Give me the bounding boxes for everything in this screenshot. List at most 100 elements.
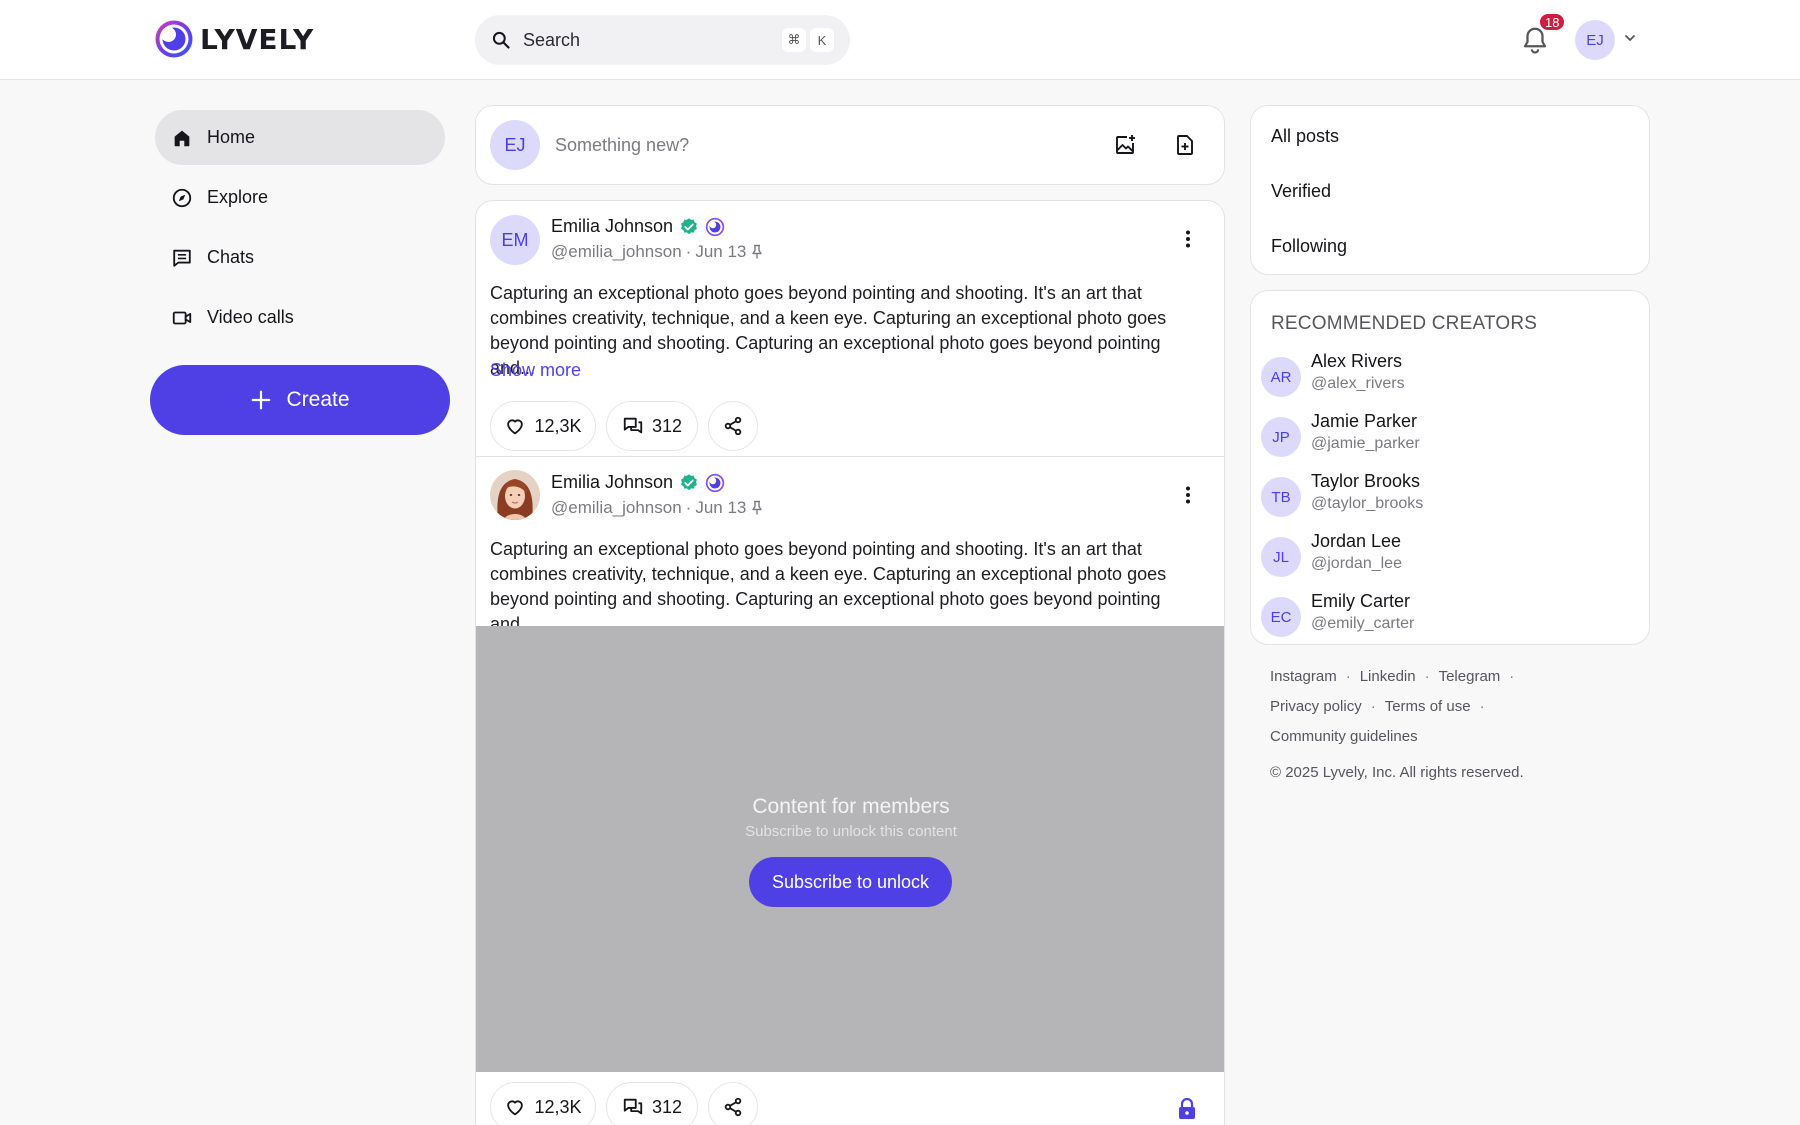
footer-link-telegram[interactable]: Telegram xyxy=(1439,668,1501,685)
footer-separator: · xyxy=(1509,668,1515,685)
filter-all-posts[interactable]: All posts xyxy=(1271,126,1339,147)
creator-handle: @jordan_lee xyxy=(1311,555,1402,572)
heart-icon xyxy=(507,419,524,435)
footer-links: Instagram · Linkedin · Telegram · Privacy pol… xyxy=(1270,662,1650,752)
user-avatar[interactable]: EJ xyxy=(1575,20,1615,60)
filter-following[interactable]: Following xyxy=(1271,236,1347,257)
footer-link-community-guidelines[interactable]: Community guidelines xyxy=(1270,728,1418,745)
author-handle[interactable]: @emilia_johnson xyxy=(551,242,682,262)
creator-name: Emily Carter xyxy=(1311,591,1411,611)
subscribe-to-unlock-button[interactable]: Subscribe to unlock xyxy=(749,857,952,907)
more-options-icon[interactable] xyxy=(1176,483,1200,507)
footer-separator: · xyxy=(1424,668,1430,685)
creator-badge-icon xyxy=(705,473,725,492)
like-button[interactable]: 12,3K xyxy=(490,1082,596,1125)
like-count: 12,3K xyxy=(534,1096,582,1117)
footer-separator: · xyxy=(1370,698,1376,715)
share-icon xyxy=(724,416,742,436)
share-button[interactable] xyxy=(708,1082,758,1125)
creator-badge-icon xyxy=(705,217,725,236)
logo[interactable]: LYVELY xyxy=(154,19,314,59)
post-avatar-photo[interactable] xyxy=(490,470,540,520)
notification-badge: 18 xyxy=(1538,12,1567,32)
meta-separator: · xyxy=(685,242,692,261)
locked-subtitle: Subscribe to unlock this content xyxy=(745,823,957,840)
top-header: LYVELY Search ⌘ K 18 EJ xyxy=(0,0,1800,80)
creator-item[interactable]: TB Taylor Brooks @taylor_brooks xyxy=(1261,471,1641,521)
comment-button[interactable]: 312 xyxy=(606,401,698,451)
comments-icon xyxy=(623,417,643,434)
nav-item-explore[interactable]: Explore xyxy=(155,170,445,225)
nav-label: Chats xyxy=(207,247,255,267)
footer-separator: · xyxy=(1479,698,1485,715)
composer-avatar: EJ xyxy=(490,120,540,170)
footer-link-privacy-policy[interactable]: Privacy policy xyxy=(1270,698,1362,715)
creator-handle: @alex_rivers xyxy=(1311,375,1405,392)
chevron-down-icon[interactable] xyxy=(1622,30,1638,46)
footer-link-instagram[interactable]: Instagram xyxy=(1270,668,1337,685)
portrait-image xyxy=(490,470,540,520)
heart-icon xyxy=(507,1100,524,1116)
recommended-creators-title: RECOMMENDED CREATORS xyxy=(1271,313,1538,334)
creator-handle: @emily_carter xyxy=(1311,615,1415,632)
comment-button[interactable]: 312 xyxy=(606,1082,698,1125)
post-body: Capturing an exceptional photo goes beyo… xyxy=(490,283,1167,378)
add-document-icon[interactable] xyxy=(1173,133,1197,157)
creator-item[interactable]: JP Jamie Parker @jamie_parker xyxy=(1261,411,1641,461)
add-image-icon[interactable] xyxy=(1113,133,1137,157)
post-meta: @emilia_johnson · Jun 13 xyxy=(551,242,764,262)
post-author[interactable]: Emilia Johnson xyxy=(551,216,725,237)
like-button[interactable]: 12,3K xyxy=(490,401,596,451)
creator-avatar: EC xyxy=(1261,597,1301,637)
post-body: Capturing an exceptional photo goes beyo… xyxy=(490,539,1167,634)
author-handle[interactable]: @emilia_johnson xyxy=(551,498,682,518)
footer-link-linkedin[interactable]: Linkedin xyxy=(1360,668,1416,685)
nav-label: Home xyxy=(207,127,256,147)
creator-name: Alex Rivers xyxy=(1311,351,1403,371)
verified-badge-icon xyxy=(681,473,697,490)
search-input[interactable]: Search xyxy=(523,30,778,51)
create-button[interactable]: Create xyxy=(150,365,450,435)
show-more-link[interactable]: Show more xyxy=(490,360,581,381)
search-icon xyxy=(492,31,510,49)
author-name: Emilia Johnson xyxy=(551,216,674,236)
nav-label: Video calls xyxy=(207,307,294,327)
creator-handle: @taylor_brooks xyxy=(1311,495,1424,512)
creator-name: Taylor Brooks xyxy=(1311,471,1421,491)
composer-input[interactable]: Something new? xyxy=(555,135,689,156)
shortcut-key-cmd: ⌘ xyxy=(782,28,806,52)
feed-filter-panel: All posts Verified Following xyxy=(1250,105,1650,275)
logo-text: LYVELY xyxy=(200,22,315,56)
nav-item-home[interactable]: Home xyxy=(155,110,445,165)
search-bar[interactable]: Search ⌘ K xyxy=(475,15,850,65)
post-avatar[interactable]: EM xyxy=(490,215,540,265)
creator-item[interactable]: JL Jordan Lee @jordan_lee xyxy=(1261,531,1641,581)
filter-verified[interactable]: Verified xyxy=(1271,181,1331,202)
creator-item[interactable]: EC Emily Carter @emily_carter xyxy=(1261,591,1641,641)
logo-icon xyxy=(155,20,193,58)
nav-item-video-calls[interactable]: Video calls xyxy=(155,290,445,345)
creator-avatar: TB xyxy=(1261,477,1301,517)
share-button[interactable] xyxy=(708,401,758,451)
post-author[interactable]: Emilia Johnson xyxy=(551,472,725,493)
post-divider xyxy=(476,456,1224,457)
pin-icon xyxy=(752,244,763,259)
create-label: Create xyxy=(286,388,350,411)
nav-item-chats[interactable]: Chats xyxy=(155,230,445,285)
copyright-text: © 2025 Lyvely, Inc. All rights reserved. xyxy=(1270,764,1524,781)
meta-separator: · xyxy=(685,498,692,517)
creator-name: Jordan Lee xyxy=(1311,531,1402,551)
creator-item[interactable]: AR Alex Rivers @alex_rivers xyxy=(1261,351,1641,401)
footer-separator: · xyxy=(1345,668,1351,685)
author-name: Emilia Johnson xyxy=(551,472,674,492)
footer-link-terms-of-use[interactable]: Terms of use xyxy=(1385,698,1471,715)
comment-count: 312 xyxy=(651,1096,683,1117)
locked-media: Content for members Subscribe to unlock … xyxy=(476,626,1224,1072)
post-date: Jun 13 xyxy=(695,498,747,517)
sidebar-nav: Home Explore Chats Video calls xyxy=(155,110,445,350)
creator-name: Jamie Parker xyxy=(1311,411,1418,431)
more-options-icon[interactable] xyxy=(1176,227,1200,251)
recommended-creators-panel: RECOMMENDED CREATORS AR Alex Rivers @ale… xyxy=(1250,290,1650,645)
creator-handle: @jamie_parker xyxy=(1311,435,1420,452)
post-meta: @emilia_johnson · Jun 13 xyxy=(551,498,764,518)
